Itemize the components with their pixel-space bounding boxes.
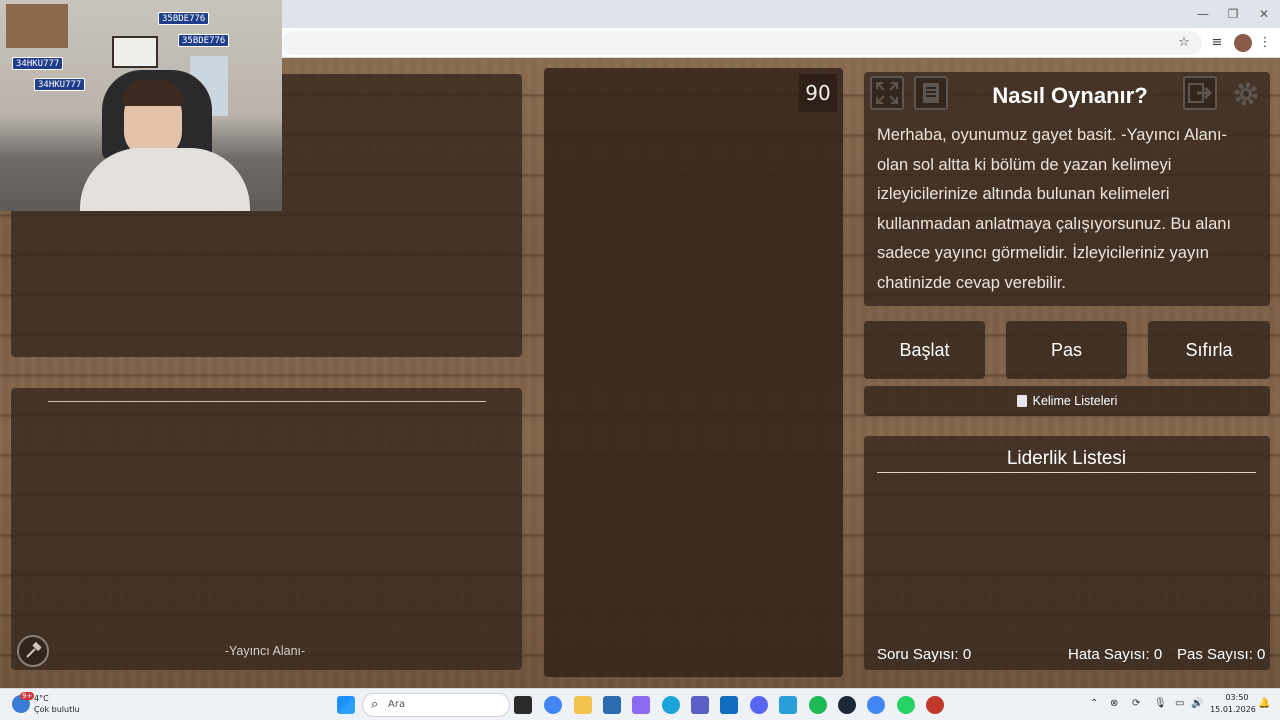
chrome-icon[interactable]	[544, 696, 562, 714]
reset-button[interactable]: Sıfırla	[1148, 321, 1270, 379]
search-icon: ⌕	[371, 697, 379, 712]
desktop-icon[interactable]	[779, 696, 797, 714]
outlook-icon[interactable]	[720, 696, 738, 714]
clock-date[interactable]: 15.01.2026	[1208, 705, 1258, 714]
minimize-button[interactable]: —	[1188, 4, 1218, 24]
error-count: Hata Sayısı: 0	[1068, 646, 1163, 663]
start-icon[interactable]	[337, 696, 355, 714]
edge-icon[interactable]	[662, 696, 680, 714]
spotify-icon[interactable]	[809, 696, 827, 714]
streamer-hair	[122, 80, 184, 106]
weather-desc: Çok bulutlu	[34, 705, 80, 714]
teams-icon[interactable]	[691, 696, 709, 714]
task-view-icon[interactable]	[514, 696, 532, 714]
streamer-area-panel	[11, 388, 522, 670]
wall-poster	[6, 4, 68, 48]
license-plate: 34HKU777	[34, 78, 86, 91]
word-lists-button[interactable]: Kelime Listeleri	[864, 386, 1270, 416]
discord-icon[interactable]	[750, 696, 768, 714]
gear-icon	[1234, 82, 1258, 106]
streamer-area-label: -Yayıncı Alanı-	[224, 644, 306, 658]
weather-badge: 9+	[20, 692, 35, 700]
chrome-profile-icon[interactable]	[867, 696, 885, 714]
media-controls-icon[interactable]: ≡	[1208, 34, 1226, 52]
exit-icon	[1188, 83, 1213, 103]
streamer-divider	[48, 401, 486, 402]
tray-sync-icon[interactable]: ⟳	[1132, 698, 1140, 709]
bookmark-star-icon[interactable]: ☆	[1175, 34, 1193, 52]
how-to-play-text: Merhaba, oyunumuz gayet basit. -Yayıncı …	[877, 126, 1232, 292]
license-plate: 35BDE776	[158, 12, 210, 25]
license-plate: 34HKU777	[12, 57, 64, 70]
fullscreen-icon	[876, 82, 898, 104]
exit-button[interactable]	[1183, 76, 1217, 110]
timer: 90	[799, 74, 837, 112]
profile-avatar[interactable]	[1234, 34, 1252, 52]
question-count: Soru Sayısı: 0	[877, 646, 972, 663]
store-icon[interactable]	[603, 696, 621, 714]
chat-panel	[544, 68, 843, 677]
pass-button[interactable]: Pas	[1006, 321, 1127, 379]
volume-icon[interactable]: 🔊	[1191, 698, 1203, 709]
settings-button[interactable]	[1228, 76, 1262, 110]
wall-frame	[112, 36, 158, 68]
microphone-icon[interactable]: 🎙	[1154, 698, 1167, 709]
file-explorer-icon[interactable]	[574, 696, 592, 714]
how-to-play-title: Nasıl Oynanır?	[992, 83, 1148, 108]
license-plate: 35BDE776	[178, 34, 230, 47]
whatsapp-icon[interactable]	[897, 696, 915, 714]
app-icon[interactable]	[926, 696, 944, 714]
copilot-icon[interactable]	[632, 696, 650, 714]
taskbar-search[interactable]: ⌕ Ara	[362, 693, 510, 717]
restore-button[interactable]: ❐	[1218, 4, 1248, 24]
clock-time[interactable]: 03:50	[1217, 693, 1257, 702]
hammer-button[interactable]	[17, 635, 49, 667]
network-icon[interactable]: ▭	[1175, 698, 1184, 709]
hammer-icon	[26, 641, 42, 658]
start-button[interactable]: Başlat	[864, 321, 985, 379]
tray-chevron-icon[interactable]: ⌃	[1090, 698, 1098, 709]
tray-app-icon[interactable]: ⊗	[1110, 698, 1118, 709]
webcam-overlay: 35BDE776 35BDE776 34HKU777 34HKU777	[0, 0, 282, 211]
search-placeholder: Ara	[388, 699, 406, 710]
browser-menu-icon[interactable]: ⋮	[1256, 34, 1274, 52]
notification-icon[interactable]: 🔔	[1258, 698, 1270, 709]
notes-button[interactable]	[914, 76, 948, 110]
fullscreen-button[interactable]	[870, 76, 904, 110]
close-window-button[interactable]: ✕	[1249, 4, 1279, 24]
leaderboard-divider	[877, 472, 1256, 473]
notebook-icon	[1016, 395, 1027, 407]
leaderboard-title: Liderlik Listesi	[1006, 448, 1127, 469]
streamer-shirt	[80, 148, 250, 211]
steam-icon[interactable]	[838, 696, 856, 714]
word-lists-label: Kelime Listeleri	[1032, 394, 1118, 408]
document-icon	[923, 83, 939, 103]
weather-temp: 4°C	[34, 694, 49, 703]
taskbar: 9+ 4°C Çok bulutlu ⌕ Ara ⌃ ⊗ ⟳ 🎙 ▭ 🔊 03:…	[0, 688, 1280, 720]
pass-count: Pas Sayısı: 0	[1177, 646, 1266, 663]
address-bar[interactable]	[282, 31, 1202, 55]
